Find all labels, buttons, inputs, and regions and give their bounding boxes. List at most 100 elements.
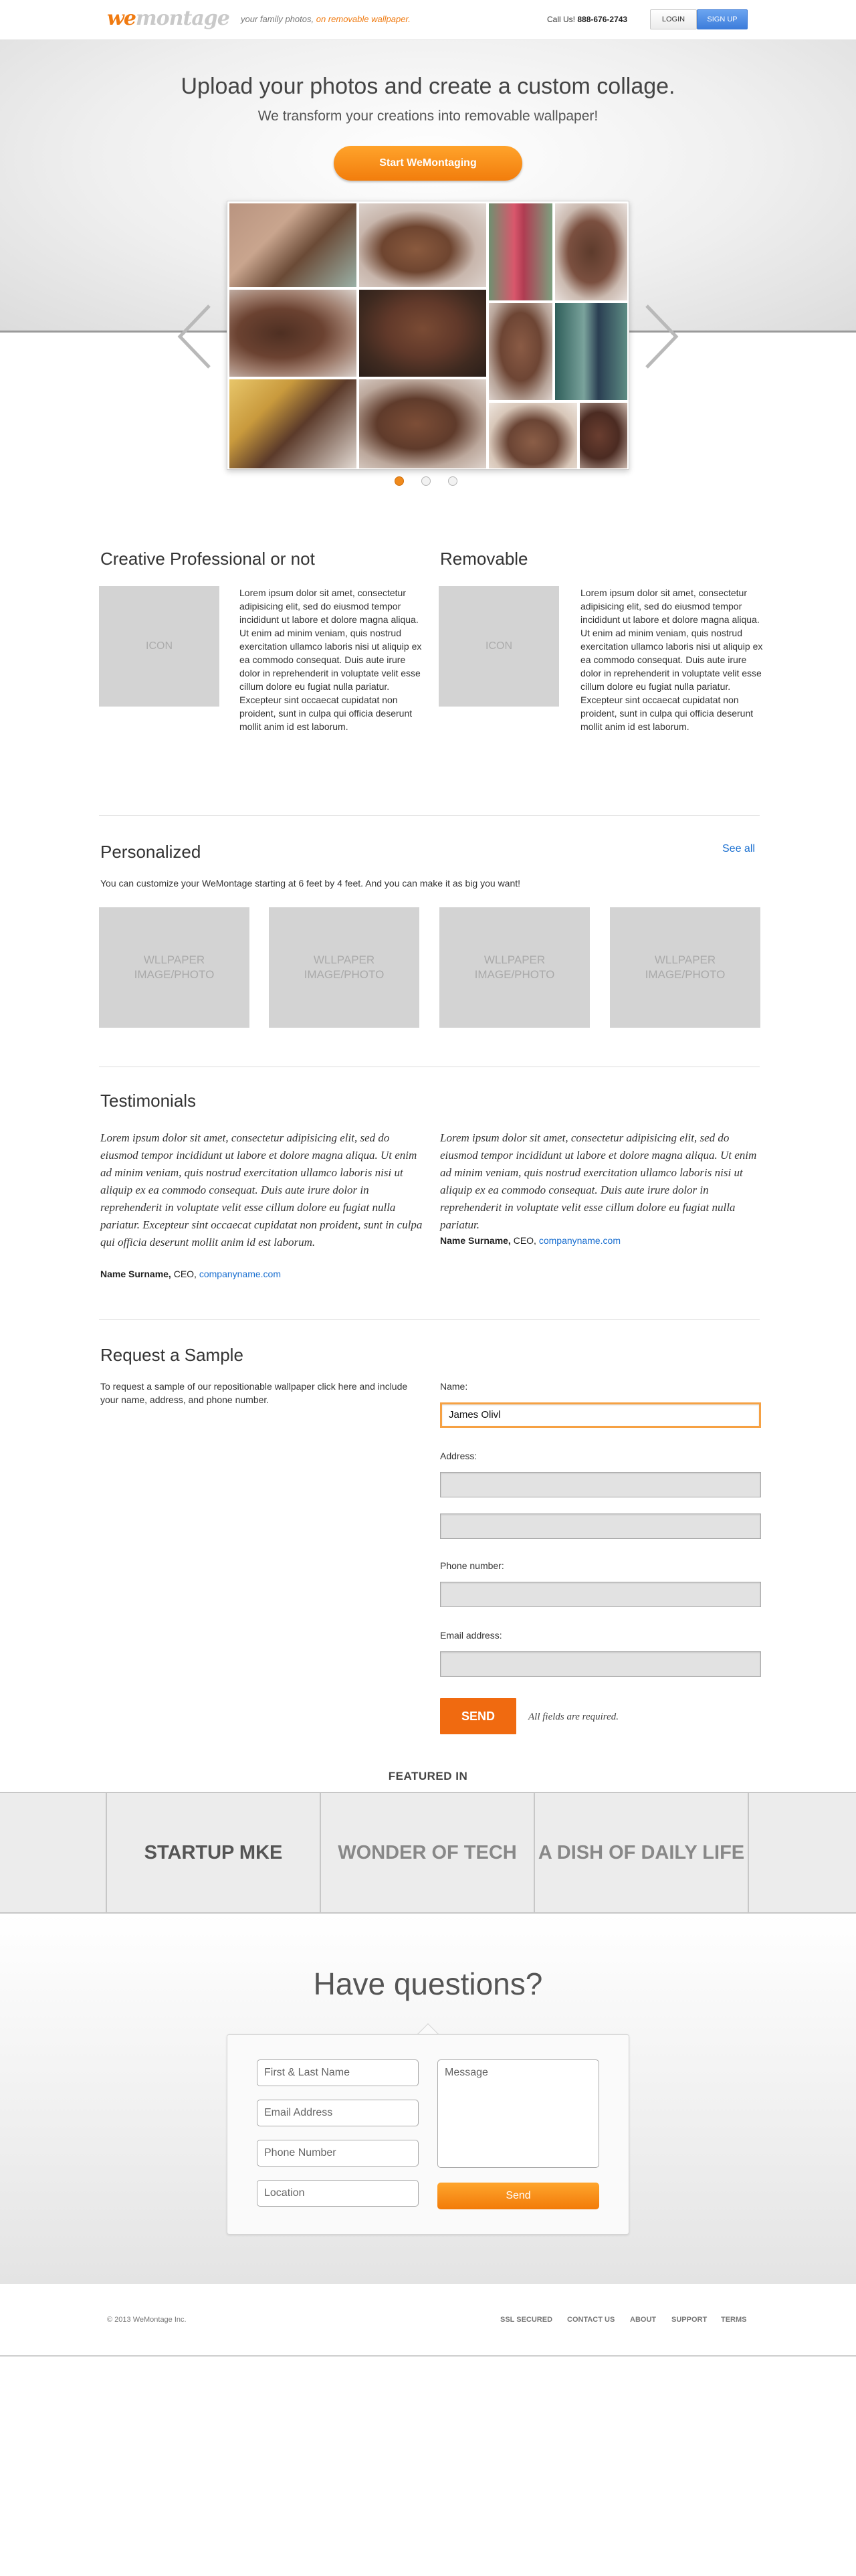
feature-text-creative: Lorem ipsum dolor sit amet, consectetur … xyxy=(239,587,422,732)
collage-photo xyxy=(359,290,486,377)
testimonial-name: Name Surname, xyxy=(100,1269,171,1279)
logo-montage: montage xyxy=(135,7,230,30)
footer-link-terms[interactable]: TERMS xyxy=(721,2316,747,2324)
address-field-line1[interactable] xyxy=(440,1472,761,1497)
footer-link-about[interactable]: ABOUT xyxy=(630,2316,656,2324)
wemontage-logo[interactable]: wemontage xyxy=(107,7,230,30)
questions-title: Have questions? xyxy=(313,1966,543,2001)
testimonial-quote-2: Lorem ipsum dolor sit amet, consectetur … xyxy=(440,1131,757,1231)
carousel-dot-1[interactable] xyxy=(395,476,404,486)
footer-link-contact[interactable]: CONTACT US xyxy=(567,2316,615,2324)
call-us: Call Us! 888-676-2743 xyxy=(547,15,627,24)
feature-title-creative: Creative Professional or not xyxy=(100,549,315,569)
featured-dish-of-daily-life[interactable]: A DISH OF DAILY LIFE xyxy=(535,1793,749,1912)
collage-photo xyxy=(229,290,356,377)
see-all-link[interactable]: See all xyxy=(722,843,755,855)
call-us-label: Call Us! xyxy=(547,15,576,24)
tagline-text: your family photos, xyxy=(241,14,314,24)
contact-email-input[interactable]: Email Address xyxy=(257,2100,419,2126)
address-field-line2[interactable] xyxy=(440,1513,761,1539)
testimonial-quote-1: Lorem ipsum dolor sit amet, consectetur … xyxy=(100,1131,423,1249)
collage-photo xyxy=(489,303,552,400)
site-header: wemontage your family photos, on removab… xyxy=(0,0,856,40)
wallpaper-placeholder[interactable]: WLLPAPER IMAGE/PHOTO xyxy=(269,907,419,1028)
collage-photo xyxy=(555,303,627,400)
featured-wonder-of-tech[interactable]: WONDER OF TECH xyxy=(321,1793,535,1912)
wallpaper-placeholder[interactable]: WLLPAPER IMAGE/PHOTO xyxy=(99,907,249,1028)
hero-title: Upload your photos and create a custom c… xyxy=(181,74,675,99)
start-wemontaging-button[interactable]: Start WeMontaging xyxy=(334,146,522,181)
carousel-prev-arrow-icon[interactable] xyxy=(176,304,213,369)
testimonial-name: Name Surname, xyxy=(440,1235,511,1246)
photo-collage xyxy=(227,201,629,470)
name-field[interactable]: James Olivl xyxy=(440,1402,761,1428)
carousel-dot-3[interactable] xyxy=(448,476,457,486)
collage-photo xyxy=(580,403,627,468)
carousel-dot-2[interactable] xyxy=(421,476,431,486)
contact-message-textarea[interactable]: Message xyxy=(437,2059,599,2168)
wallpaper-placeholder-line2: IMAGE/PHOTO xyxy=(474,968,555,981)
collage-photo xyxy=(359,379,486,468)
request-sample-description: To request a sample of our repositionabl… xyxy=(100,1381,408,1405)
email-field[interactable] xyxy=(440,1651,761,1677)
collage-photo xyxy=(229,203,356,287)
wallpaper-placeholder-line2: IMAGE/PHOTO xyxy=(645,968,726,981)
wallpaper-placeholder-line1: WLLPAPER xyxy=(654,953,716,966)
feature-text-removable: Lorem ipsum dolor sit amet, consectetur … xyxy=(580,587,763,732)
testimonial-role: CEO, xyxy=(510,1235,539,1246)
required-fields-note: All fields are required. xyxy=(528,1712,619,1722)
phone-label: Phone number: xyxy=(440,1560,504,1571)
footer-link-support[interactable]: SUPPORT xyxy=(671,2316,707,2324)
wallpaper-placeholder[interactable]: WLLPAPER IMAGE/PHOTO xyxy=(439,907,590,1028)
login-button[interactable]: LOGIN xyxy=(650,9,697,29)
contact-name-input[interactable]: First & Last Name xyxy=(257,2059,419,2086)
sample-send-button[interactable]: SEND xyxy=(440,1698,516,1734)
wallpaper-placeholder-line2: IMAGE/PHOTO xyxy=(134,968,215,981)
feature-icon-placeholder: ICON xyxy=(439,586,559,707)
collage-photo xyxy=(489,403,577,468)
signup-button[interactable]: SIGN UP xyxy=(697,9,748,29)
questions-section: Have questions? First & Last Name Email … xyxy=(0,1914,856,2284)
feature-title-removable: Removable xyxy=(440,549,528,569)
site-footer: © 2013 WeMontage Inc. SSL SECURED CONTAC… xyxy=(0,2284,856,2357)
wallpaper-placeholder-line1: WLLPAPER xyxy=(143,953,205,966)
request-sample-title: Request a Sample xyxy=(100,1345,243,1365)
featured-in-label: FEATURED IN xyxy=(388,1770,468,1782)
wallpaper-placeholder[interactable]: WLLPAPER IMAGE/PHOTO xyxy=(610,907,760,1028)
contact-phone-input[interactable]: Phone Number xyxy=(257,2140,419,2167)
collage-photo xyxy=(229,379,356,468)
contact-send-button[interactable]: Send xyxy=(437,2183,599,2209)
featured-cell-empty xyxy=(0,1793,107,1912)
featured-in-bar: STARTUP MKE WONDER OF TECH A DISH OF DAI… xyxy=(0,1792,856,1914)
wallpaper-placeholder-line2: IMAGE/PHOTO xyxy=(304,968,385,981)
collage-photo xyxy=(359,203,486,287)
testimonials-title: Testimonials xyxy=(100,1091,197,1111)
name-label: Name: xyxy=(440,1381,468,1392)
section-divider xyxy=(99,1319,760,1320)
feature-icon-placeholder: ICON xyxy=(99,586,219,707)
wallpaper-placeholder-line1: WLLPAPER xyxy=(484,953,546,966)
logo-we: we xyxy=(107,7,136,30)
phone-number: 888-676-2743 xyxy=(577,15,628,24)
tagline: your family photos, on removable wallpap… xyxy=(241,14,411,24)
email-label: Email address: xyxy=(440,1630,502,1641)
section-divider xyxy=(99,815,760,816)
company-link[interactable]: companyname.com xyxy=(199,1269,281,1279)
page: wemontage your family photos, on removab… xyxy=(0,0,856,2576)
tagline-highlight: on removable wallpaper. xyxy=(316,14,411,24)
carousel-next-arrow-icon[interactable] xyxy=(643,304,680,369)
featured-startup-mke[interactable]: STARTUP MKE xyxy=(107,1793,321,1912)
copyright: © 2013 WeMontage Inc. xyxy=(107,2316,187,2324)
collage-photo xyxy=(489,203,552,300)
testimonial-attribution-2: Name Surname, CEO, companyname.com xyxy=(440,1235,621,1246)
testimonial-attribution-1: Name Surname, CEO, companyname.com xyxy=(100,1269,281,1279)
personalized-title: Personalized xyxy=(100,842,201,862)
phone-field[interactable] xyxy=(440,1582,761,1607)
footer-link-ssl[interactable]: SSL SECURED xyxy=(500,2316,552,2324)
contact-location-input[interactable]: Location xyxy=(257,2180,419,2207)
company-link[interactable]: companyname.com xyxy=(539,1235,621,1246)
wallpaper-placeholder-line1: WLLPAPER xyxy=(313,953,375,966)
hero-subtitle: We transform your creations into removab… xyxy=(257,108,599,124)
collage-photo xyxy=(555,203,627,300)
address-label: Address: xyxy=(440,1451,477,1461)
